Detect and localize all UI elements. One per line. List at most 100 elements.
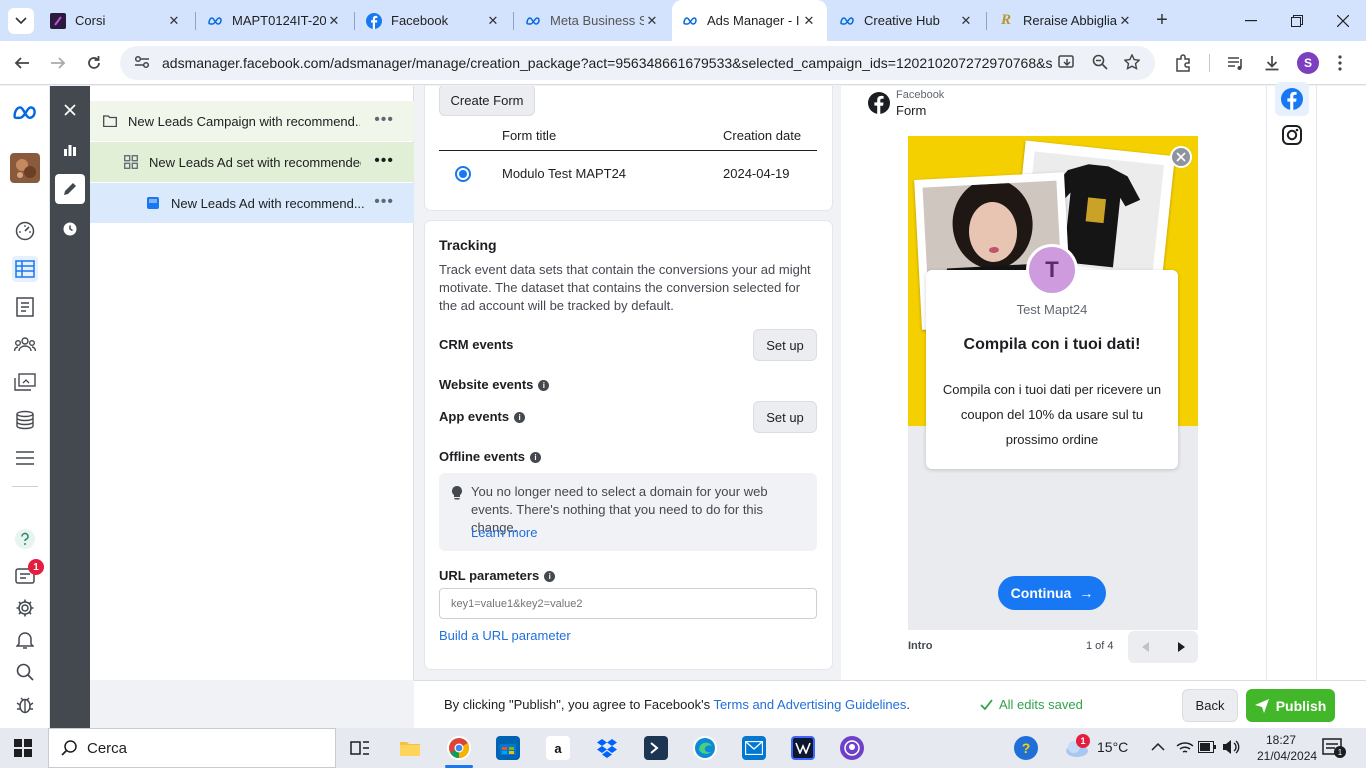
billing-icon[interactable] [12, 407, 38, 433]
back-button[interactable]: Back [1182, 689, 1238, 722]
tree-item-campaign[interactable]: New Leads Campaign with recommend... ••• [90, 101, 414, 141]
continue-button[interactable]: Continua → [998, 576, 1106, 610]
address-bar[interactable]: adsmanager.facebook.com/adsmanager/manag… [120, 46, 1155, 80]
battery-icon[interactable] [1198, 741, 1216, 756]
more-options-icon[interactable]: ••• [374, 112, 394, 128]
browser-tab-reraise[interactable]: R Reraise Abbiglia ✕ [988, 0, 1143, 41]
report-bug-icon[interactable] [12, 692, 38, 718]
chrome-icon[interactable] [447, 736, 471, 760]
info-icon[interactable]: i [544, 571, 556, 582]
media-control-icon[interactable] [1225, 52, 1247, 74]
extensions-icon[interactable] [1172, 52, 1194, 74]
history-clock-icon[interactable] [55, 214, 85, 244]
create-form-button[interactable]: Create Form [439, 86, 535, 116]
url-parameters-input[interactable] [439, 588, 817, 619]
build-url-parameter-link[interactable]: Build a URL parameter [439, 628, 571, 643]
form-radio-selected[interactable] [455, 166, 471, 182]
file-explorer-icon[interactable] [398, 736, 422, 760]
close-tab-icon[interactable]: ✕ [485, 13, 501, 29]
dashboard-gauge-icon[interactable] [12, 218, 38, 244]
help-icon[interactable] [12, 526, 38, 552]
taskbar-search-box[interactable]: Cerca [48, 728, 336, 768]
close-tab-icon[interactable]: ✕ [801, 13, 817, 29]
show-hidden-icons-chevron-icon[interactable] [1151, 740, 1165, 755]
close-editor-icon[interactable] [55, 95, 85, 125]
more-options-icon[interactable]: ••• [374, 194, 394, 210]
forward-arrow-icon[interactable] [44, 49, 72, 77]
close-tab-icon[interactable]: ✕ [958, 13, 974, 29]
notification-center-icon[interactable]: 1 [1322, 738, 1346, 761]
downloads-icon[interactable] [1261, 52, 1283, 74]
instagram-placement-icon[interactable] [1281, 124, 1303, 146]
info-icon[interactable]: i [514, 412, 526, 423]
browser-tab-mapt[interactable]: MAPT0124IT-20 ✕ [197, 0, 352, 41]
bell-icon[interactable] [12, 627, 38, 653]
site-settings-icon[interactable] [134, 55, 150, 72]
browser-tab-creative-hub[interactable]: Creative Hub ✕ [829, 0, 984, 41]
browser-tab-bar: Corsi ✕ MAPT0124IT-20 ✕ Facebook ✕ Meta … [0, 0, 1366, 41]
crm-events-setup-button[interactable]: Set up [753, 329, 817, 361]
windows-start-icon[interactable] [14, 739, 32, 760]
settings-gear-icon[interactable] [12, 595, 38, 621]
profile-avatar[interactable]: S [1297, 52, 1319, 74]
bookmark-star-icon[interactable] [1123, 53, 1141, 71]
dropbox-icon[interactable] [595, 736, 619, 760]
campaigns-table-icon[interactable] [12, 256, 38, 282]
media-library-icon[interactable] [12, 369, 38, 395]
webex-icon[interactable] [791, 736, 815, 760]
search-icon[interactable] [12, 659, 38, 685]
volume-icon[interactable] [1222, 739, 1240, 758]
info-icon[interactable]: i [538, 380, 550, 391]
url-parameters-label: URL parameters [439, 568, 540, 583]
close-tab-icon[interactable]: ✕ [326, 13, 342, 29]
previous-page-icon[interactable] [1128, 631, 1163, 663]
powershell-icon[interactable] [644, 736, 668, 760]
facebook-placement-icon[interactable] [1275, 82, 1309, 116]
performance-chart-icon[interactable] [55, 134, 85, 164]
tree-item-ad[interactable]: New Leads Ad with recommend... ••• [90, 183, 414, 223]
close-tab-icon[interactable]: ✕ [1117, 13, 1133, 29]
close-tab-icon[interactable]: ✕ [166, 13, 182, 29]
app-events-setup-button[interactable]: Set up [753, 401, 817, 433]
more-options-icon[interactable]: ••• [374, 153, 394, 169]
edit-pencil-icon[interactable] [55, 174, 85, 204]
table-row[interactable]: Modulo Test MAPT24 2024-04-19 [439, 151, 817, 195]
account-avatar[interactable] [10, 153, 40, 183]
audiences-icon[interactable] [12, 331, 38, 357]
system-clock[interactable]: 18:27 21/04/2024 [1257, 732, 1317, 764]
new-tab-button[interactable]: + [1150, 8, 1174, 32]
tab-search-dropdown[interactable] [8, 8, 34, 34]
edge-icon[interactable] [693, 736, 717, 760]
publish-button[interactable]: Publish [1246, 689, 1335, 722]
mail-icon[interactable] [742, 736, 766, 760]
github-desktop-icon[interactable] [840, 736, 864, 760]
browser-tab-corsi[interactable]: Corsi ✕ [40, 0, 192, 41]
close-preview-icon[interactable] [1170, 146, 1192, 168]
browser-menu-icon[interactable] [1329, 52, 1351, 74]
install-app-icon[interactable] [1058, 53, 1076, 71]
close-window-icon[interactable] [1320, 0, 1366, 41]
wifi-icon[interactable] [1176, 739, 1194, 758]
meta-logo-icon[interactable] [12, 100, 38, 126]
learn-more-link[interactable]: Learn more [471, 525, 537, 540]
close-tab-icon[interactable]: ✕ [644, 13, 660, 29]
browser-tab-meta-business[interactable]: Meta Business S ✕ [515, 0, 670, 41]
all-tools-menu-icon[interactable] [12, 445, 38, 471]
restore-window-icon[interactable] [1274, 0, 1320, 41]
info-icon[interactable]: i [529, 452, 541, 463]
browser-tab-ads-manager[interactable]: Ads Manager - I ✕ [672, 0, 827, 41]
reload-icon[interactable] [80, 49, 108, 77]
browser-tab-facebook[interactable]: Facebook ✕ [356, 0, 511, 41]
terms-guidelines-link[interactable]: Terms and Advertising Guidelines [713, 697, 906, 712]
microsoft-store-icon[interactable] [496, 736, 520, 760]
back-arrow-icon[interactable] [8, 49, 36, 77]
help-tray-icon[interactable]: ? [1014, 736, 1038, 760]
minimize-window-icon[interactable] [1228, 0, 1274, 41]
next-page-icon[interactable] [1163, 631, 1198, 663]
reports-icon[interactable] [12, 294, 38, 320]
amazon-icon[interactable]: a [546, 736, 570, 760]
tree-item-ad-set[interactable]: New Leads Ad set with recommended... ••• [90, 142, 414, 182]
weather-cloud-icon[interactable]: 1 [1064, 734, 1090, 761]
task-view-icon[interactable] [348, 736, 372, 760]
zoom-icon[interactable] [1091, 53, 1109, 71]
